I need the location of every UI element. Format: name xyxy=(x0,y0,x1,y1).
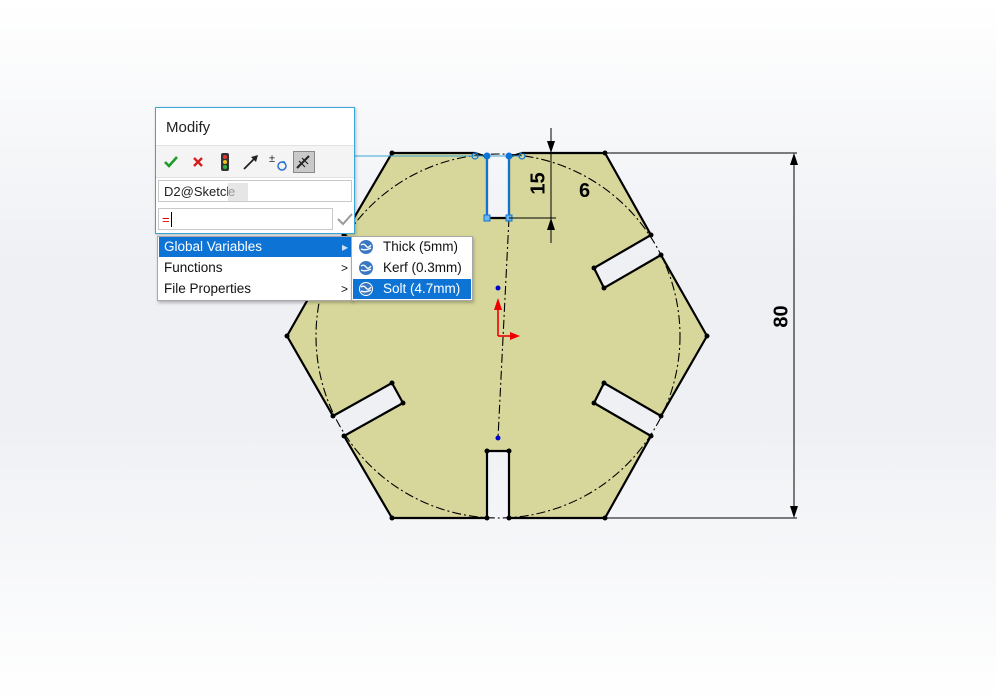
mark-dimension-icon[interactable] xyxy=(293,151,315,173)
dimension-name-ghost: e xyxy=(228,183,248,201)
submenu-item-label: Kerf (0.3mm) xyxy=(383,260,462,275)
menu-item-label: Functions xyxy=(164,260,223,275)
menu-item-file-properties[interactable]: File Properties > xyxy=(159,279,351,299)
submenu-item-thick[interactable]: Thick (5mm) xyxy=(353,237,471,257)
ok-check-icon[interactable] xyxy=(160,151,182,173)
global-variables-submenu: Thick (5mm) Kerf (0.3mm) Solt (4.7mm) xyxy=(351,236,473,301)
submenu-item-solt[interactable]: Solt (4.7mm) xyxy=(353,279,471,299)
modify-toolbar: ± xyxy=(156,145,354,178)
global-variable-icon xyxy=(359,282,373,296)
dimension-80-label[interactable]: 80 xyxy=(771,305,794,329)
rebuild-traffic-light-icon[interactable] xyxy=(214,151,236,173)
dialog-title: Modify xyxy=(166,119,211,136)
menu-item-label: Global Variables xyxy=(164,239,263,254)
submenu-item-label: Solt (4.7mm) xyxy=(383,281,461,296)
global-variable-icon xyxy=(359,261,373,275)
cancel-x-icon[interactable] xyxy=(187,151,209,173)
global-variable-icon xyxy=(359,240,373,254)
submenu-arrow-icon: > xyxy=(340,261,348,275)
svg-text:±: ± xyxy=(269,153,275,165)
dimension-name-field[interactable]: D2@Sketch1 e xyxy=(158,180,352,202)
confirm-check-icon[interactable] xyxy=(336,210,354,228)
equation-menu: Global Variables ▸ Functions > File Prop… xyxy=(157,236,353,301)
submenu-item-label: Thick (5mm) xyxy=(383,239,458,254)
submenu-item-kerf[interactable]: Kerf (0.3mm) xyxy=(353,258,471,278)
value-input[interactable]: = xyxy=(158,208,333,230)
text-caret xyxy=(170,212,172,227)
spin-increment-icon[interactable]: ± xyxy=(267,151,289,173)
value-input-text: = xyxy=(162,212,170,227)
menu-item-global-variables[interactable]: Global Variables ▸ xyxy=(159,237,351,257)
sketch-canvas[interactable] xyxy=(0,0,996,700)
reset-arrow-icon[interactable] xyxy=(240,151,262,173)
submenu-arrow-icon: ▸ xyxy=(341,240,348,254)
menu-item-label: File Properties xyxy=(164,281,252,296)
menu-item-functions[interactable]: Functions > xyxy=(159,258,351,278)
dimension-6-label[interactable]: 6 xyxy=(579,180,590,203)
modify-dialog[interactable]: Modify ± D2@Sketch1 e = xyxy=(155,107,355,234)
dimension-15-label[interactable]: 15 xyxy=(528,172,551,196)
submenu-arrow-icon: > xyxy=(340,282,348,296)
